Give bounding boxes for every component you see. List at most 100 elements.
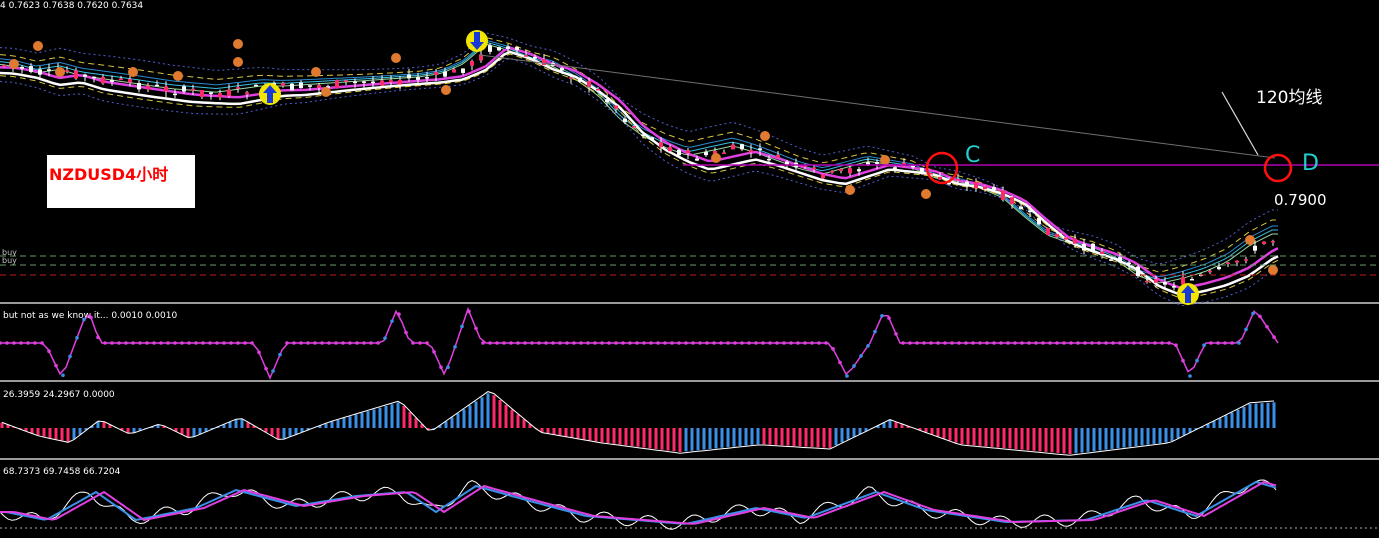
candle-body <box>587 80 591 87</box>
indicator1-dot <box>1020 341 1024 345</box>
candle-body <box>47 69 51 71</box>
candle-body <box>722 152 726 154</box>
indicator3-header: 68.7373 69.7458 66.7204 <box>3 467 121 477</box>
candle-body <box>812 167 816 170</box>
candle-body <box>1091 243 1095 251</box>
candle-body <box>146 85 150 90</box>
candle-body <box>983 186 987 190</box>
fractal-marker <box>711 153 721 163</box>
point-c-label: C <box>965 143 980 168</box>
indicator1-dot <box>782 341 786 345</box>
indicator1-dot <box>537 341 541 345</box>
candle-body <box>1145 280 1149 283</box>
indicator1-dot <box>1027 341 1031 345</box>
candle-body <box>1100 251 1104 255</box>
candle-body <box>776 154 780 158</box>
fractal-marker <box>321 87 331 97</box>
candle-body <box>101 76 105 84</box>
candle-body <box>1136 266 1140 277</box>
candle-body <box>1037 217 1041 225</box>
indicator1-dot <box>502 341 506 345</box>
candle-body <box>731 144 735 150</box>
indicator1-dot <box>523 341 527 345</box>
indicator1-dot <box>292 341 296 345</box>
indicator1-dot <box>922 341 926 345</box>
candle-body <box>119 78 123 81</box>
candle-body <box>452 69 456 73</box>
candle-body <box>182 86 186 92</box>
signal-arrow-down <box>466 30 488 52</box>
indicator1-dot <box>558 341 562 345</box>
indicator1-dot <box>831 347 835 351</box>
indicator1-dot <box>264 366 268 371</box>
indicator1-dot <box>474 326 478 331</box>
indicator1-dot <box>208 341 212 345</box>
indicator1-dot <box>411 341 415 345</box>
candle-body <box>191 88 195 91</box>
candle-body <box>236 87 240 89</box>
candle-body <box>2 65 6 67</box>
indicator1-dot <box>677 341 681 345</box>
candle-body <box>524 55 528 57</box>
indicator1-dot <box>250 341 254 345</box>
indicator1-dot <box>915 341 919 345</box>
candle-body <box>398 80 402 85</box>
indicator1-dot <box>614 341 618 345</box>
candle-body <box>1217 266 1221 270</box>
indicator1-dot <box>40 341 44 345</box>
indicator1-dot <box>89 315 93 320</box>
indicator1-dot <box>607 341 611 345</box>
indicator1-dot <box>222 341 226 345</box>
candle-body <box>1271 240 1275 243</box>
indicator2-header: 26.3959 24.2967 0.0000 <box>3 390 115 400</box>
price-level-label: 0.7900 <box>1274 191 1327 209</box>
indicator1-dot <box>278 352 282 357</box>
indicator1-dot <box>1174 343 1178 348</box>
candle-body <box>659 141 663 148</box>
indicator1-dot <box>978 341 982 345</box>
indicator1-dot <box>159 341 163 345</box>
candle-body <box>1190 278 1194 281</box>
indicator1-dot <box>96 335 100 340</box>
indicator1-dot <box>1146 341 1150 345</box>
indicator1-dot <box>1034 341 1038 345</box>
indicator1-dot <box>341 341 345 345</box>
fractal-marker <box>233 57 243 67</box>
indicator1-dot <box>600 341 604 345</box>
fractal-marker <box>1268 265 1278 275</box>
fractal-marker <box>391 53 401 63</box>
candle-body <box>200 90 204 97</box>
indicator1-dot <box>579 341 583 345</box>
indicator1-dot <box>418 341 422 345</box>
candle-body <box>956 179 960 181</box>
candle-body <box>254 84 258 87</box>
indicator1-dot <box>1041 341 1045 345</box>
candle-body <box>668 147 672 152</box>
candle-body <box>371 81 375 84</box>
indicator1-dot <box>152 341 156 345</box>
indicator1-dot <box>376 341 380 345</box>
indicator1-dot <box>726 341 730 345</box>
indicator1-dot <box>33 341 37 345</box>
candle-body <box>605 99 609 103</box>
indicator1-dot <box>621 341 625 345</box>
candle-body <box>704 152 708 156</box>
candle-body <box>1127 262 1131 265</box>
indicator1-dot <box>1251 311 1255 316</box>
indicator1-dot <box>187 341 191 345</box>
indicator1-dot <box>1048 341 1052 345</box>
candle-body <box>1010 197 1014 205</box>
indicator1-dot <box>1230 341 1234 345</box>
candle-body <box>245 92 249 95</box>
candle-body <box>614 105 618 109</box>
candle-body <box>695 158 699 161</box>
indicator1-dot <box>628 341 632 345</box>
indicator1-dot <box>285 341 289 345</box>
indicator1-dot <box>747 341 751 345</box>
indicator1-dot <box>964 341 968 345</box>
candle-body <box>866 162 870 165</box>
indicator1-dot <box>1076 341 1080 345</box>
candle-body <box>425 77 429 79</box>
candle-body <box>767 158 771 161</box>
candle-body <box>1154 279 1158 283</box>
